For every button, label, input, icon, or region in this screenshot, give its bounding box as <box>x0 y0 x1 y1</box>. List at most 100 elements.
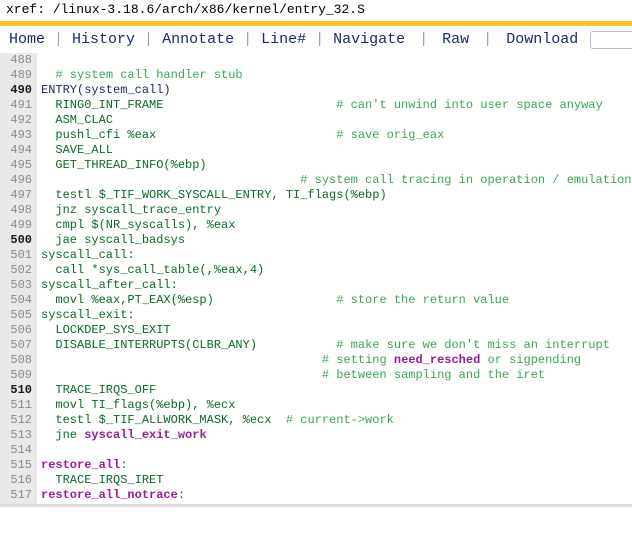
code-token: testl $_TIF_ALLWORK_MASK, %ecx <box>41 413 272 427</box>
menu-divider: | <box>144 31 154 48</box>
code-token: TRACE_IRQS_IRET <box>41 473 164 487</box>
code-token: or sigpending <box>480 353 582 367</box>
line-number[interactable]: 506 <box>0 323 37 338</box>
source-code-viewer[interactable]: 488 489 # system call handler stub 490 ENT… <box>0 53 632 507</box>
code-line: 510 TRACE_IRQS_OFF <box>0 383 632 398</box>
code-line: 513 jne syscall_exit_work <box>0 428 632 443</box>
code-token: movl %eax,PT_EAX(%esp) <box>41 293 214 307</box>
code-line-content: jae syscall_badsys <box>37 233 632 248</box>
line-number[interactable]: 491 <box>0 98 37 113</box>
code-line: 511 movl TI_flags(%ebp), %ecx <box>0 398 632 413</box>
code-line-content <box>37 53 632 68</box>
code-line: 495 GET_THREAD_INFO(%ebp) <box>0 158 632 173</box>
line-number[interactable]: 502 <box>0 263 37 278</box>
code-line: 496 # system call tracing in operation /… <box>0 173 632 188</box>
line-number[interactable]: 512 <box>0 413 37 428</box>
line-number[interactable]: 497 <box>0 188 37 203</box>
code-line-content: restore_all: <box>37 458 632 473</box>
menu-item-history[interactable]: History <box>70 31 137 48</box>
code-line: 504 movl %eax,PT_EAX(%esp) # store the r… <box>0 293 632 308</box>
menu-divider: | <box>54 31 64 48</box>
menu-item-download[interactable]: Download <box>504 31 580 48</box>
line-number[interactable]: 508 <box>0 353 37 368</box>
code-token: cmpl $(NR_syscalls), %eax <box>41 218 236 232</box>
line-number[interactable]: 510 <box>0 383 37 398</box>
line-number[interactable]: 496 <box>0 173 37 188</box>
menu-item-navigate[interactable]: Navigate <box>331 31 407 48</box>
symbol-link[interactable]: need_resched <box>394 353 480 367</box>
code-line: 503 syscall_after_call: <box>0 278 632 293</box>
xref-file-path: /linux-3.18.6/arch/x86/kernel/entry_32.S <box>52 2 365 17</box>
line-number[interactable]: 498 <box>0 203 37 218</box>
line-number[interactable]: 516 <box>0 473 37 488</box>
code-line: 491 RING0_INT_FRAME # can't unwind into … <box>0 98 632 113</box>
code-token: TRACE_IRQS_OFF <box>41 383 157 397</box>
code-line: 488 <box>0 53 632 68</box>
code-line-content: testl $_TIF_WORK_SYSCALL_ENTRY, TI_flags… <box>37 188 632 203</box>
code-token: # make sure we don't miss an interrupt <box>336 338 610 352</box>
code-token: : <box>120 458 128 472</box>
line-number[interactable]: 499 <box>0 218 37 233</box>
code-line-content: # between sampling and the iret <box>37 368 632 383</box>
code-line: 517 restore_all_notrace: <box>0 488 632 503</box>
code-line-content: TRACE_IRQS_IRET <box>37 473 632 488</box>
code-token: # save orig_eax <box>336 128 445 142</box>
code-token: # current->work <box>285 413 394 427</box>
line-number[interactable]: 515 <box>0 458 37 473</box>
line-number[interactable]: 514 <box>0 443 37 458</box>
line-number[interactable]: 503 <box>0 278 37 293</box>
code-token: jae syscall_badsys <box>41 233 186 247</box>
line-number[interactable]: 488 <box>0 53 37 68</box>
code-token: ASM_CLAC <box>41 113 114 127</box>
code-line-content: jne syscall_exit_work <box>37 428 632 443</box>
code-line: 501 syscall_call: <box>0 248 632 263</box>
code-token: GET_THREAD_INFO(%ebp) <box>41 158 207 172</box>
code-line: 516 TRACE_IRQS_IRET <box>0 473 632 488</box>
line-number[interactable]: 493 <box>0 128 37 143</box>
code-line: 493 pushl_cfi %eax # save orig_eax <box>0 128 632 143</box>
line-number[interactable]: 504 <box>0 293 37 308</box>
line-number[interactable]: 500 <box>0 233 37 248</box>
line-number[interactable]: 505 <box>0 308 37 323</box>
symbol-link[interactable]: restore_all_notrace <box>41 488 178 502</box>
code-token: # system call handler stub <box>55 68 243 82</box>
menu-item-line-number[interactable]: Line# <box>259 31 308 48</box>
menu-item-home[interactable]: Home <box>7 31 47 48</box>
code-line: 494 SAVE_ALL <box>0 143 632 158</box>
line-number[interactable]: 507 <box>0 338 37 353</box>
code-token: # between sampling and the iret <box>321 368 546 382</box>
xref-titlebar: xref: /linux-3.18.6/arch/x86/kernel/entr… <box>0 0 632 21</box>
code-token: RING0_INT_FRAME <box>41 98 164 112</box>
line-number[interactable]: 494 <box>0 143 37 158</box>
menu-item-raw[interactable]: Raw <box>440 31 471 48</box>
code-token: : <box>177 488 186 502</box>
code-line: 490 ENTRY(system_call) <box>0 83 632 98</box>
code-line-content: LOCKDEP_SYS_EXIT <box>37 323 632 338</box>
search-input[interactable] <box>590 30 632 49</box>
line-number[interactable]: 513 <box>0 428 37 443</box>
line-number[interactable]: 517 <box>0 488 37 503</box>
line-number[interactable]: 492 <box>0 113 37 128</box>
code-token: pushl_cfi %eax <box>41 128 157 142</box>
line-number[interactable]: 489 <box>0 68 37 83</box>
line-number[interactable]: 490 <box>0 83 37 98</box>
code-line-content: GET_THREAD_INFO(%ebp) <box>37 158 632 173</box>
code-line-content: RING0_INT_FRAME # can't unwind into user… <box>37 98 632 113</box>
menu-item-annotate[interactable]: Annotate <box>160 31 236 48</box>
line-number[interactable]: 511 <box>0 398 37 413</box>
code-line-content <box>37 443 632 458</box>
code-line-content: # system call handler stub <box>37 68 632 83</box>
line-number[interactable]: 495 <box>0 158 37 173</box>
horizontal-scrollbar[interactable] <box>0 504 632 507</box>
code-line-content: cmpl $(NR_syscalls), %eax <box>37 218 632 233</box>
line-number[interactable]: 509 <box>0 368 37 383</box>
code-line-content: syscall_after_call: <box>37 278 632 293</box>
line-number[interactable]: 501 <box>0 248 37 263</box>
symbol-link[interactable]: restore_all <box>41 458 120 472</box>
symbol-link[interactable]: syscall_exit_work <box>84 428 206 442</box>
code-line-content: DISABLE_INTERRUPTS(CLBR_ANY) # make sure… <box>37 338 632 353</box>
